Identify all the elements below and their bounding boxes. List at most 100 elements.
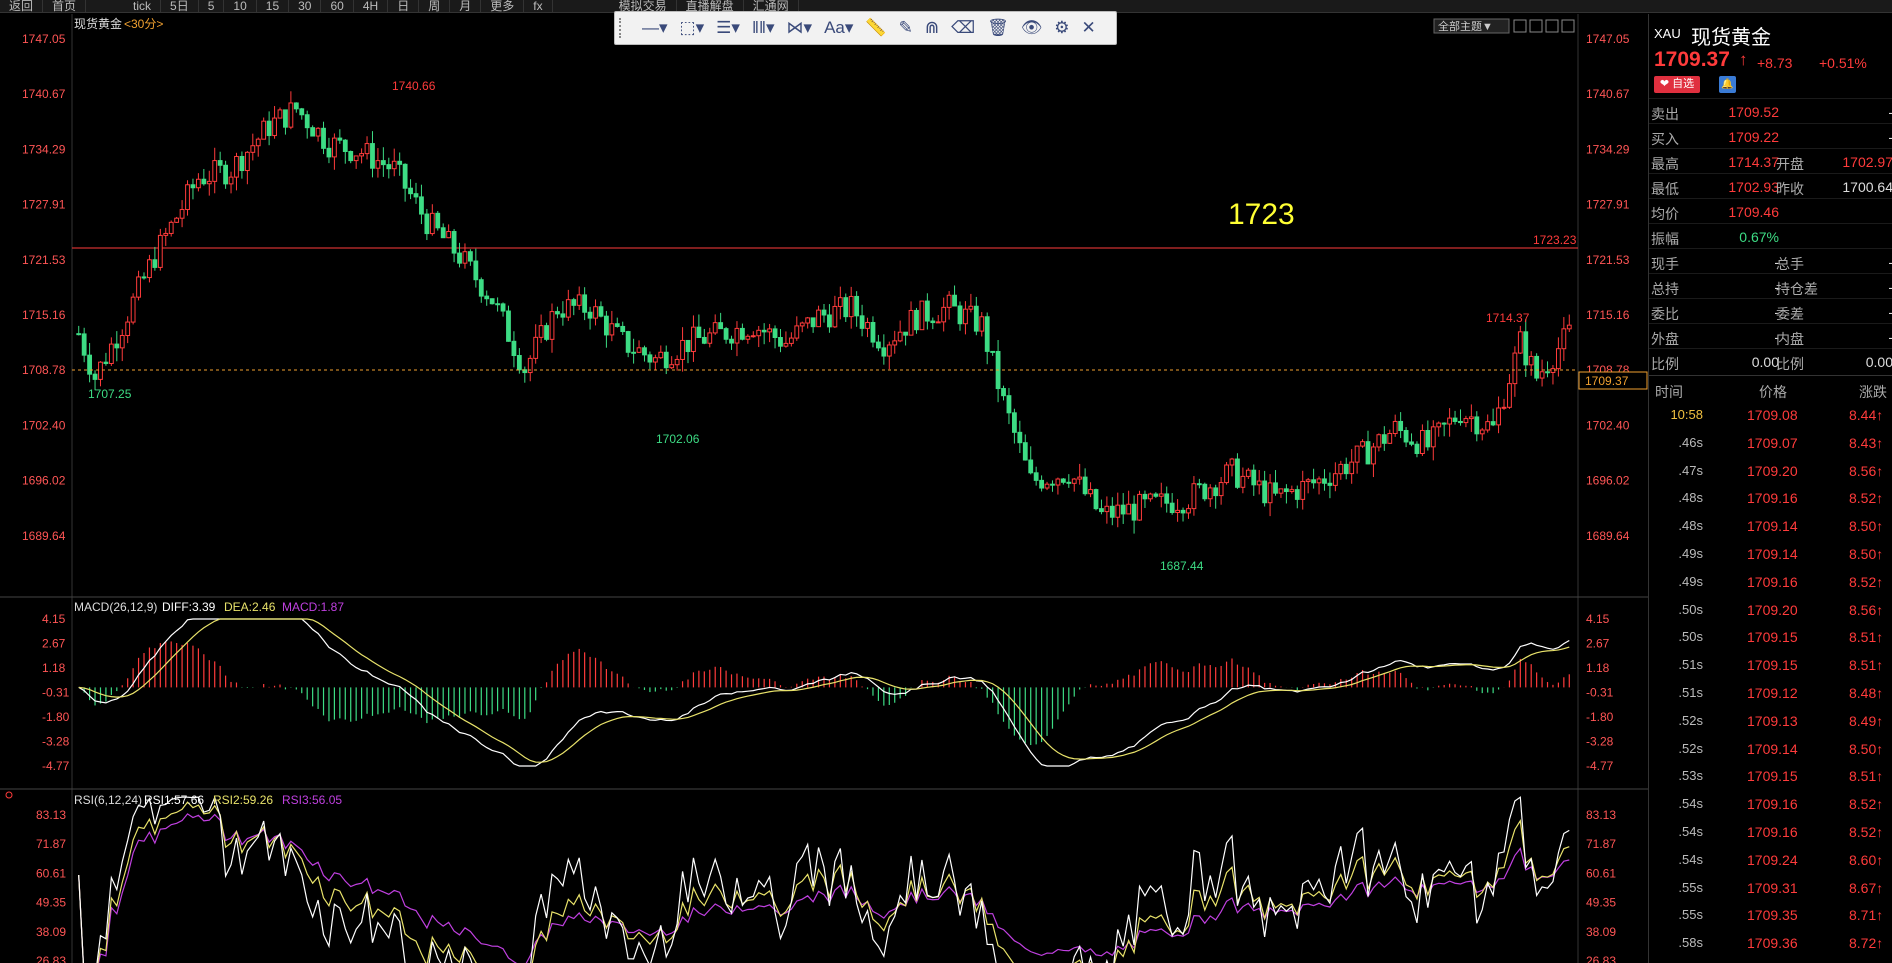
candle-body <box>119 335 125 349</box>
tick-change: 8.56↑ <box>1849 462 1884 479</box>
topbar-item[interactable]: fx <box>524 0 553 12</box>
axis-tick-right: 38.09 <box>1586 925 1616 939</box>
candle-body <box>1501 406 1507 409</box>
tick-row[interactable]: .50s 1709.15 8.51↑ <box>1649 623 1892 651</box>
candle-body <box>854 295 860 317</box>
candle-body <box>1137 493 1142 521</box>
line-tool-icon[interactable]: —▾ <box>637 13 673 43</box>
tick-row[interactable]: .55s 1709.35 8.71↑ <box>1649 901 1892 929</box>
tick-row[interactable]: .54s 1709.16 8.52↑ <box>1649 818 1892 846</box>
topbar-item[interactable]: 5 <box>199 0 225 12</box>
tick-price: 1709.14 <box>1747 518 1798 535</box>
tick-change: 8.71↑ <box>1849 907 1884 924</box>
candle-body <box>435 212 441 229</box>
symbol-code: XAU <box>1654 26 1681 41</box>
topbar-item[interactable]: 日 <box>388 0 420 12</box>
candle-body <box>130 296 136 323</box>
tick-change: 8.52↑ <box>1849 490 1884 507</box>
topbar-item[interactable]: 周 <box>419 0 451 12</box>
topbar-item[interactable]: tick <box>124 0 162 12</box>
candle-body <box>587 311 593 319</box>
candle-body <box>1202 483 1208 500</box>
candle-body <box>968 305 974 310</box>
tick-row[interactable]: .47s 1709.20 8.56↑ <box>1649 457 1892 485</box>
shape-tool-icon[interactable]: ⬚▾ <box>675 13 710 43</box>
tick-row[interactable]: .54s 1709.24 8.60↑ <box>1649 846 1892 874</box>
candle-body <box>1561 328 1567 350</box>
topbar-item[interactable]: 30 <box>289 0 322 12</box>
axis-tick-left: 1689.64 <box>22 529 66 543</box>
candle-body <box>299 108 305 116</box>
candle-body <box>533 336 539 359</box>
tick-row[interactable]: .55s 1709.31 8.67↑ <box>1649 874 1892 902</box>
quote-value: 0.00 <box>1751 354 1779 370</box>
tick-row[interactable]: .52s 1709.13 8.49↑ <box>1649 707 1892 735</box>
topbar-item[interactable]: 4H <box>354 0 389 12</box>
ruler-icon[interactable]: 📏 <box>860 13 891 43</box>
candle-body <box>266 120 272 137</box>
topbar-item[interactable]: 5日 <box>161 0 199 12</box>
quote-label-2: 持仓差 <box>1776 281 1818 297</box>
magnet-icon[interactable]: ⋒ <box>920 13 944 43</box>
annotation-text[interactable]: 1723 <box>1228 198 1295 231</box>
candle-body <box>772 328 778 339</box>
tick-row[interactable]: .48s 1709.14 8.50↑ <box>1649 512 1892 540</box>
quote-value: 1709.22 <box>1728 129 1779 145</box>
candle-body <box>1158 493 1164 497</box>
candle-body <box>484 295 490 300</box>
gear-icon[interactable]: ⚙ <box>1049 13 1074 43</box>
tick-row[interactable]: .51s 1709.15 8.51↑ <box>1649 651 1892 679</box>
topbar-item[interactable]: 更多 <box>481 0 525 12</box>
alert-bell-icon[interactable]: 🔔 <box>1719 76 1736 93</box>
mark-low3-label: 1687.44 <box>1160 559 1204 573</box>
text-tool-icon[interactable]: Aa▾ <box>819 13 858 43</box>
tick-row[interactable]: .48s 1709.16 8.52↑ <box>1649 484 1892 512</box>
candle-body <box>315 127 321 137</box>
tick-row[interactable]: .46s 1709.07 8.43↑ <box>1649 429 1892 457</box>
tick-row[interactable]: .58s 1709.36 8.72↑ <box>1649 929 1892 957</box>
tick-price: 1709.31 <box>1747 879 1798 896</box>
pen-icon[interactable]: ✎ <box>894 13 918 43</box>
pattern-tool-icon[interactable]: ⋈▾ <box>782 13 818 43</box>
candle-body <box>386 164 392 170</box>
candle-body <box>1071 478 1077 484</box>
chart-period-label[interactable]: <30分> <box>124 17 163 31</box>
quote-value: - <box>1774 329 1779 345</box>
candle-body <box>168 221 174 234</box>
eye-icon[interactable]: 👁 <box>1016 13 1048 43</box>
trash-icon[interactable]: 🗑 <box>982 13 1014 43</box>
tick-row[interactable]: .50s 1709.20 8.56↑ <box>1649 596 1892 624</box>
topbar-item[interactable]: 15 <box>257 0 290 12</box>
candle-body <box>348 150 354 162</box>
channel-tool-icon[interactable]: ‖‖▾ <box>747 13 780 43</box>
price-chart[interactable]: 1747.05 1740.67 1734.29 1727.91 1721.53 1715.… <box>0 14 1648 963</box>
tick-row[interactable]: .49s 1709.16 8.52↑ <box>1649 568 1892 596</box>
eraser-icon[interactable]: ⌫ <box>946 13 980 43</box>
tick-price: 1709.16 <box>1747 824 1798 840</box>
candle-body <box>603 315 609 336</box>
add-favorite-button[interactable]: ❤ 自选 <box>1654 76 1700 93</box>
tick-time: .48s <box>1678 518 1703 534</box>
topbar-item[interactable]: 首页 <box>43 0 87 12</box>
drawing-toolbar[interactable]: —▾ ⬚▾ ☰▾ ‖‖▾ ⋈▾ Aa▾ 📏 ✎ ⋒ ⌫ 🗑 👁 ⚙ ✕ <box>614 11 1117 45</box>
tick-row[interactable]: .51s 1709.12 8.48↑ <box>1649 679 1892 707</box>
candle-body <box>1566 324 1572 330</box>
topbar-item[interactable]: 10 <box>224 0 257 12</box>
candle-body <box>750 335 756 338</box>
tick-row[interactable]: .52s 1709.14 8.50↑ <box>1649 735 1892 763</box>
tick-row[interactable]: .49s 1709.14 8.50↑ <box>1649 540 1892 568</box>
topbar-item[interactable]: 60 <box>321 0 354 12</box>
tick-row[interactable]: 10:58 1709.08 8.44↑ <box>1649 401 1892 429</box>
tick-row[interactable]: .54s 1709.16 8.52↑ <box>1649 790 1892 818</box>
tick-change: 8.50↑ <box>1849 518 1884 535</box>
fib-tool-icon[interactable]: ☰▾ <box>711 13 745 43</box>
candle-body <box>1153 493 1159 497</box>
topbar-item[interactable]: 返回 <box>0 0 44 12</box>
quote-value-2: - <box>1829 254 1892 270</box>
candle-body <box>337 137 343 141</box>
topbar-item[interactable]: 月 <box>450 0 482 12</box>
drag-handle[interactable] <box>619 18 627 38</box>
tick-row[interactable]: .53s 1709.15 8.51↑ <box>1649 762 1892 790</box>
candle-body <box>451 231 457 254</box>
close-icon[interactable]: ✕ <box>1077 13 1101 43</box>
